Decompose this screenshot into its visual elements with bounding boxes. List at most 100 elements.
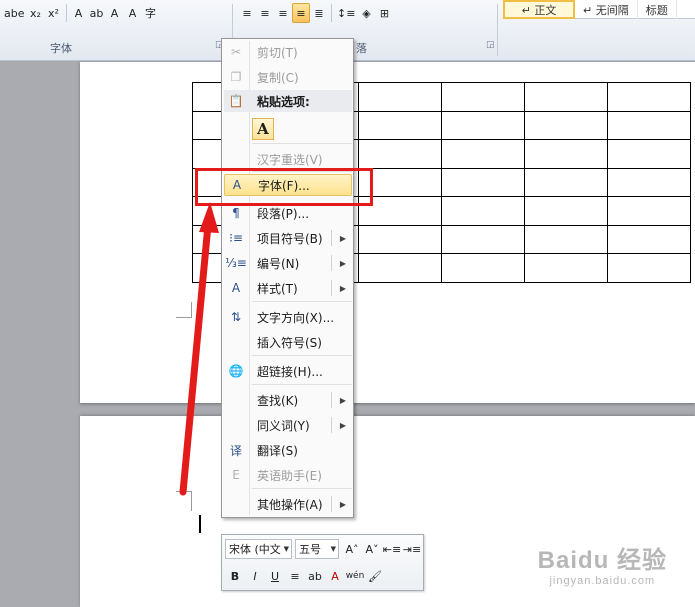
enclose-char-button[interactable]: 字 [142,3,160,23]
context-menu-item-find[interactable]: 查找(K) ▶ [224,389,352,411]
context-menu-item-reconvert[interactable]: 汉字重选(V) [224,148,352,170]
table-cell[interactable] [524,253,608,283]
align-right-button[interactable]: ≡ [274,3,292,23]
table-cell[interactable] [524,224,608,254]
table-cell[interactable] [607,139,691,169]
table-cell[interactable] [607,167,691,197]
font-group-label: 字体 [50,42,72,55]
chevron-down-icon: ▼ [283,545,289,553]
superscript-button[interactable]: x² [45,3,63,23]
phonetic-guide-button[interactable]: wén [345,566,365,586]
table-cell[interactable] [607,196,691,226]
text-cursor [199,515,201,533]
context-menu-item-scissors[interactable]: ✂ 剪切(T) [224,41,352,63]
underline-button[interactable]: U [265,566,285,586]
table-cell[interactable] [524,82,608,112]
table-cell[interactable] [358,82,442,112]
table-cell[interactable] [358,253,442,283]
table-cell[interactable] [441,253,525,283]
format-painter-button[interactable]: 🖌 [365,566,385,586]
table-cell[interactable] [607,110,691,140]
italic-button[interactable]: I [245,566,265,586]
increase-indent-button[interactable]: ⇥≡ [402,539,422,559]
table-cell[interactable] [607,253,691,283]
align-left-button[interactable]: ≡ [238,3,256,23]
context-menu-item-label: 插入符号(S) [257,335,322,350]
line-spacing-button[interactable]: ↕≡ [335,3,357,23]
chevron-down-icon: ▼ [330,545,336,553]
font-color-button[interactable]: A [106,3,124,23]
watermark-brand: Baidu 经验 [537,547,667,574]
style-chip[interactable]: 标题 [638,0,677,19]
font-size-combo[interactable]: 五号 ▼ [295,539,339,559]
justify-button[interactable]: ≡ [292,3,310,23]
font-size-value: 五号 [299,543,321,556]
table-cell[interactable] [441,82,525,112]
context-menu-item-english-assistant[interactable]: E 英语助手(E) [224,464,352,486]
copy-icon: ❐ [230,70,242,84]
char-shading-button[interactable]: A [124,3,142,23]
watermark-url: jingyan.baidu.com [549,575,656,587]
paragraph-group-buttons: ≡ ≡ ≡ ≡ ≣ ↕≡ ◈ ⊞ [238,2,393,24]
align-center-button[interactable]: ≡ [256,3,274,23]
numbering-icon: ⅓≡ [225,256,247,270]
context-menu-item-bullets[interactable]: ⁝≡ 项目符号(B) ▶ [224,227,352,249]
table-cell[interactable] [607,82,691,112]
context-menu-item-styles[interactable]: A 样式(T) ▶ [224,277,352,299]
border-button[interactable]: ⊞ [375,3,393,23]
context-menu-item-label: 项目符号(B) [257,231,323,246]
style-chip[interactable]: ↵ 无间隔 [575,0,638,19]
strikethrough-button[interactable]: abe [2,3,27,23]
submenu-divider [331,496,332,512]
paragraph-dialog-launcher-icon[interactable]: ◲ [486,40,495,50]
shading-button[interactable]: ◈ [357,3,375,23]
table-cell[interactable] [524,167,608,197]
paste-keep-text-only-button[interactable]: A [252,118,274,140]
table-cell[interactable] [358,139,442,169]
context-menu-item-insert-symbol[interactable]: 插入符号(S) [224,331,352,353]
context-menu-item-label: 翻译(S) [257,443,298,458]
bold-button[interactable]: B [225,566,245,586]
table-cell[interactable] [358,110,442,140]
style-chip[interactable]: ↵ 正文 [503,0,575,19]
shrink-font-button[interactable]: A˅ [362,539,382,559]
text-effect-button[interactable]: A [70,3,88,23]
submenu-divider [331,417,332,433]
translate-icon: 译 [229,443,242,458]
submenu-arrow-icon: ▶ [339,420,346,430]
center-button[interactable]: ≡ [285,566,305,586]
mini-highlight-button[interactable]: ab [305,566,325,586]
distributed-button[interactable]: ≣ [310,3,328,23]
context-menu-item-translate[interactable]: 译翻译(S) [224,439,352,461]
document-page-1[interactable] [80,62,695,403]
font-name-combo[interactable]: 宋体 (中文 ▼ [225,539,292,559]
context-menu-item-copy[interactable]: ❐ 复制(C) [224,66,352,88]
table-cell[interactable] [441,224,525,254]
table-cell[interactable] [524,110,608,140]
grow-font-button[interactable]: A˄ [342,539,362,559]
context-menu-item-label: 汉字重选(V) [257,152,323,167]
context-menu-item-more-actions[interactable]: 其他操作(A) ▶ [224,493,352,515]
margin-corner-mark [176,302,192,318]
table-cell[interactable] [358,224,442,254]
decrease-indent-button[interactable]: ⇤≡ [382,539,402,559]
context-menu-item-label: 复制(C) [257,70,299,85]
table-cell[interactable] [524,196,608,226]
table-cell[interactable] [441,110,525,140]
highlight-button[interactable]: ab [88,3,106,23]
subscript-button[interactable]: x₂ [27,3,45,23]
context-menu-item-label: 其他操作(A) [257,497,323,512]
table-cell[interactable] [524,139,608,169]
context-menu-item-numbering[interactable]: ⅓≡ 编号(N) ▶ [224,252,352,274]
submenu-arrow-icon: ▶ [339,233,346,243]
menu-separator [252,301,352,302]
context-menu-item-text-direction[interactable]: ⇅ 文字方向(X)... [224,306,352,328]
context-menu-item-synonyms[interactable]: 同义词(Y) ▶ [224,414,352,436]
table-cell[interactable] [441,196,525,226]
table-cell[interactable] [441,139,525,169]
context-menu-item-hyperlink[interactable]: 🌐 超链接(H)... [224,360,352,382]
paste-icon: 📋 [228,94,244,108]
table-cell[interactable] [441,167,525,197]
table-cell[interactable] [607,224,691,254]
mini-font-color-button[interactable]: A [325,566,345,586]
